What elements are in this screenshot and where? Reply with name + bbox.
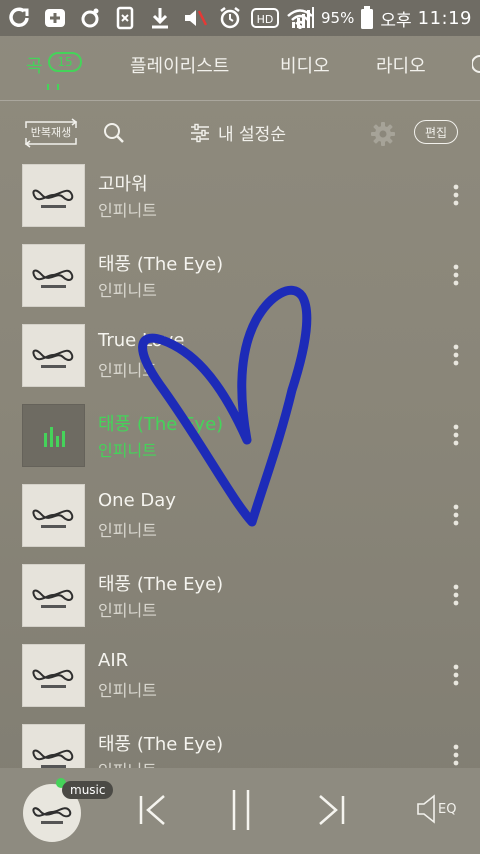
more-options-icon[interactable] (446, 180, 466, 210)
list-item[interactable]: 태풍 (The Eye) 인피니트 (0, 242, 480, 322)
album-art (22, 324, 85, 387)
more-options-icon[interactable] (446, 500, 466, 530)
pause-icon[interactable] (228, 788, 254, 832)
svg-text:HD: HD (257, 13, 274, 26)
sort-button[interactable]: 내 설정순 (190, 120, 286, 145)
sort-sliders-icon (191, 123, 209, 142)
more-options-icon[interactable] (446, 420, 466, 450)
album-art (22, 404, 85, 467)
battery-icon (361, 6, 374, 29)
tab-radio[interactable]: 라디오 (376, 52, 426, 78)
repeat-label: 반복재생 (30, 126, 72, 139)
app-notification-icon (6, 4, 34, 32)
song-title: 태풍 (The Eye) (98, 734, 224, 755)
song-artist: 인피니트 (98, 281, 157, 300)
more-options-icon[interactable] (446, 660, 466, 690)
mini-player: music EQ (0, 768, 480, 854)
now-playing-equalizer-icon (44, 427, 65, 447)
clock: 11:19 (417, 7, 472, 29)
list-item[interactable]: 고마워 인피니트 (0, 162, 480, 242)
list-item[interactable]: One Day 인피니트 (0, 482, 480, 562)
song-title: 태풍 (The Eye) (98, 574, 224, 595)
song-title: 태풍 (The Eye) (98, 254, 224, 275)
hd-icon: HD (251, 4, 279, 32)
status-bar: HD 95% 오후 11:19 (0, 0, 480, 36)
sort-label: 내 설정순 (218, 125, 286, 145)
song-title: True Love (98, 330, 185, 351)
list-item[interactable]: AIR 인피니트 (0, 642, 480, 722)
eq-button[interactable]: EQ (416, 794, 456, 824)
song-artist: 인피니트 (98, 681, 157, 700)
song-artist: 인피니트 (98, 521, 157, 540)
album-art (22, 644, 85, 707)
song-title: 태풍 (The Eye) (98, 414, 224, 435)
download-icon (146, 4, 174, 32)
speaker-icon (417, 794, 435, 824)
album-art (22, 564, 85, 627)
active-tab-indicator (47, 84, 59, 90)
battery-percent: 95% (321, 9, 355, 27)
album-art (22, 164, 85, 227)
lens-icon (76, 4, 104, 32)
alarm-icon (216, 4, 244, 32)
song-artist: 인피니트 (98, 361, 157, 380)
list-item-now-playing[interactable]: 태풍 (The Eye) 인피니트 (0, 402, 480, 482)
song-count-badge: 15 (48, 52, 82, 72)
tab-bar: 곡 15 플레이리스트 비디오 라디오 (0, 36, 480, 101)
list-toolbar: 반복재생 내 설정순 편집 (0, 100, 480, 162)
search-icon[interactable] (103, 122, 125, 144)
partial-tab-icon (472, 55, 480, 73)
song-title: 고마워 (98, 174, 148, 195)
tab-video[interactable]: 비디오 (280, 52, 330, 78)
song-title: One Day (98, 490, 176, 511)
device-icon (111, 4, 139, 32)
edit-button[interactable]: 편집 (414, 120, 458, 144)
repeat-button[interactable]: 반복재생 (22, 118, 80, 148)
previous-icon[interactable] (138, 794, 168, 826)
next-icon[interactable] (316, 794, 346, 826)
ampm-label: 오후 (380, 10, 412, 31)
signal-icon (292, 7, 314, 28)
song-title: AIR (98, 650, 129, 671)
song-artist: 인피니트 (98, 441, 157, 460)
list-item[interactable]: 태풍 (The Eye) 인피니트 (0, 562, 480, 642)
song-artist: 인피니트 (98, 601, 157, 620)
more-options-icon[interactable] (446, 260, 466, 290)
album-art (22, 484, 85, 547)
more-options-icon[interactable] (446, 580, 466, 610)
gear-icon[interactable] (370, 121, 396, 147)
list-item[interactable]: True Love 인피니트 (0, 322, 480, 402)
mute-icon (181, 4, 209, 32)
more-options-icon[interactable] (446, 740, 466, 770)
tab-songs[interactable]: 곡 (26, 52, 43, 78)
eq-label: EQ (438, 801, 457, 817)
medical-cross-icon (41, 4, 69, 32)
album-art (22, 244, 85, 307)
service-label: music (62, 781, 114, 799)
tab-playlist[interactable]: 플레이리스트 (130, 52, 229, 78)
more-options-icon[interactable] (446, 340, 466, 370)
song-artist: 인피니트 (98, 201, 157, 220)
